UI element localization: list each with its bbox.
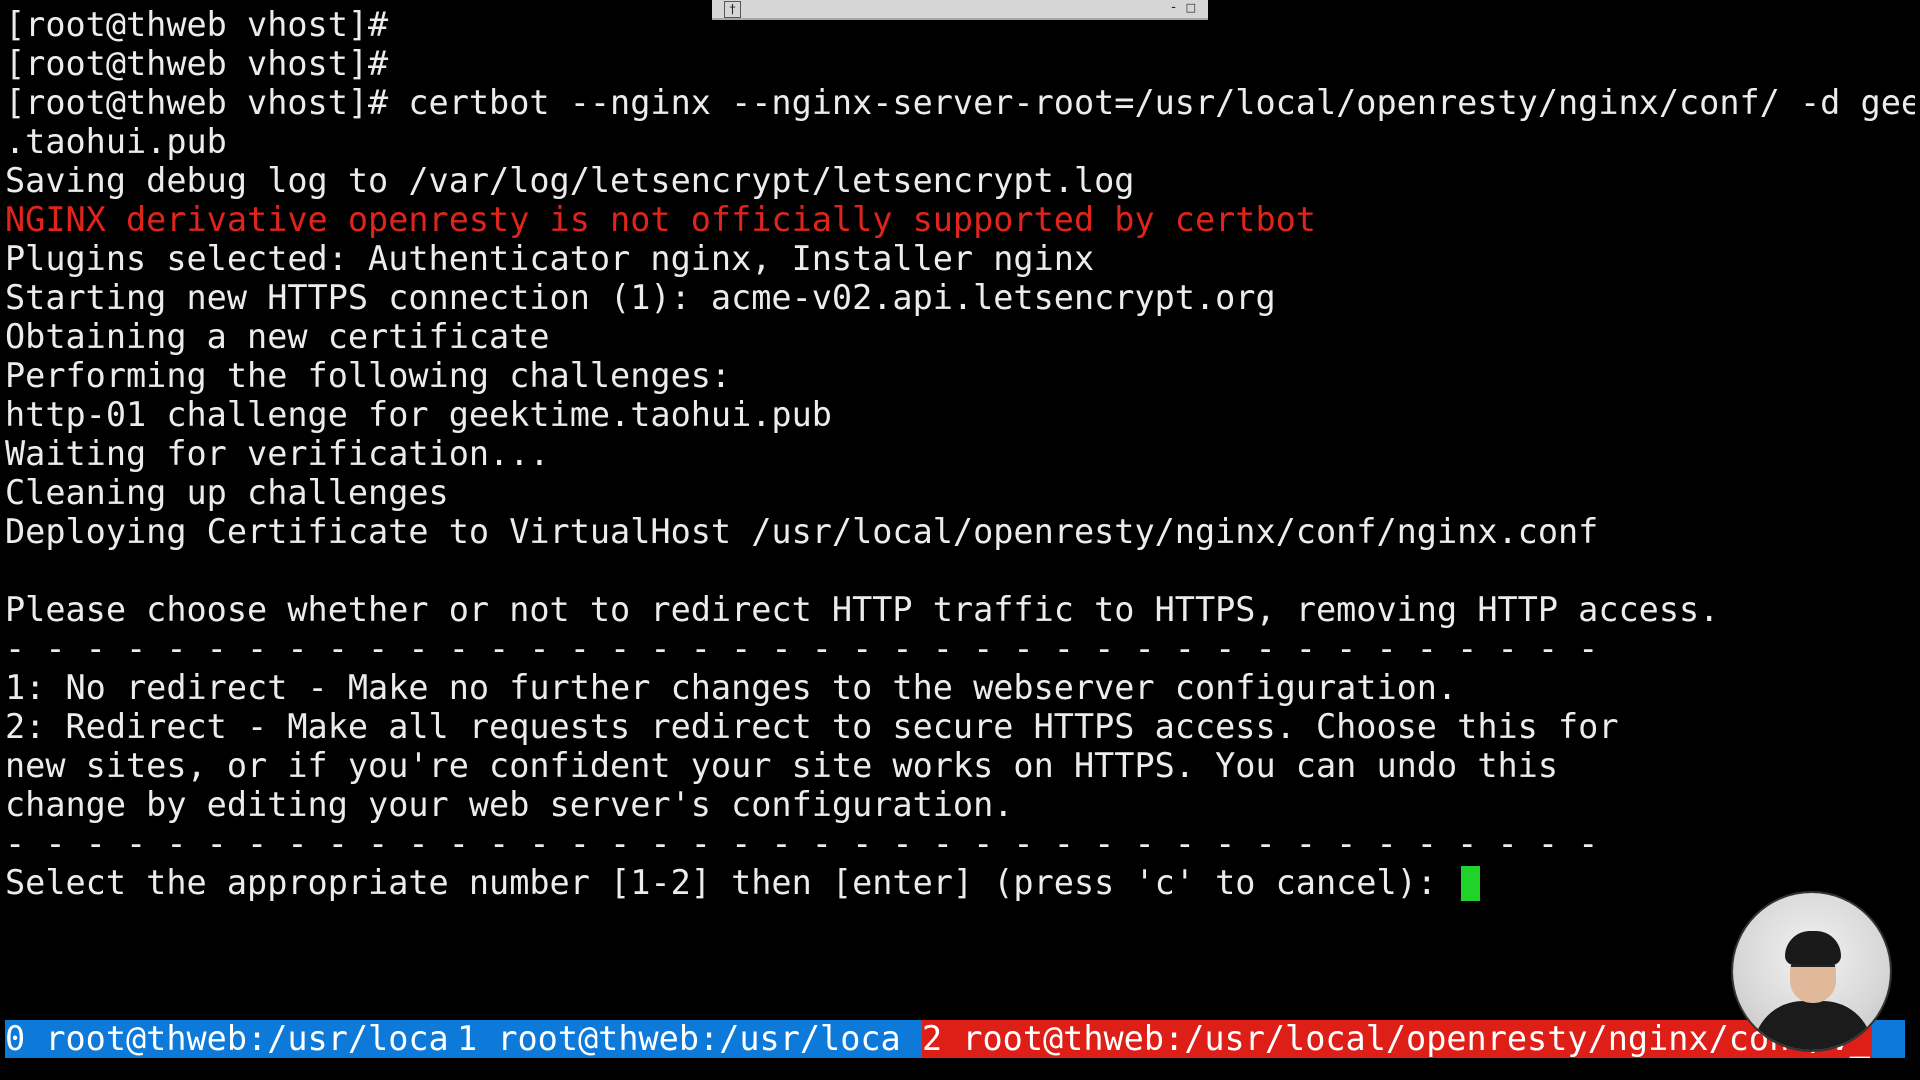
terminal-line: Cleaning up challenges bbox=[5, 473, 449, 512]
terminal-warning-line: NGINX derivative openresty is not offici… bbox=[5, 200, 1316, 239]
terminal-option-1: 1: No redirect - Make no further changes… bbox=[5, 668, 1458, 707]
terminal-line: [root@thweb vhost]# bbox=[5, 44, 389, 83]
terminal-line: Plugins selected: Authenticator nginx, I… bbox=[5, 239, 1095, 278]
terminal-command-line: [root@thweb vhost]# certbot --nginx --ng… bbox=[5, 83, 1915, 122]
terminal-prompt-line[interactable]: Select the appropriate number [1-2] then… bbox=[5, 863, 1915, 902]
tmux-window-0[interactable]: 0 root@thweb:/usr/loca bbox=[5, 1020, 457, 1058]
tmux-window-1[interactable]: 1 root@thweb:/usr/loca bbox=[457, 1020, 922, 1058]
avatar-hair bbox=[1785, 931, 1841, 965]
tmux-statusbar: 0 root@thweb:/usr/loca 1 root@thweb:/usr… bbox=[5, 1020, 1905, 1058]
terminal-line: [root@thweb vhost]# bbox=[5, 5, 389, 44]
presenter-webcam-avatar bbox=[1733, 893, 1890, 1050]
terminal-line: Saving debug log to /var/log/letsencrypt… bbox=[5, 161, 1135, 200]
terminal-line: Starting new HTTPS connection (1): acme-… bbox=[5, 278, 1276, 317]
terminal-line: .taohui.pub bbox=[5, 122, 227, 161]
terminal-output[interactable]: [root@thweb vhost]# [root@thweb vhost]# … bbox=[5, 5, 1915, 902]
terminal-prompt-text: Select the appropriate number [1-2] then… bbox=[5, 863, 1458, 902]
terminal-cursor bbox=[1461, 866, 1481, 901]
terminal-line: Obtaining a new certificate bbox=[5, 317, 550, 356]
terminal-separator: - - - - - - - - - - - - - - - - - - - - … bbox=[5, 629, 1599, 668]
terminal-line: change by editing your web server's conf… bbox=[5, 785, 1014, 824]
terminal-line: Please choose whether or not to redirect… bbox=[5, 590, 1720, 629]
avatar-body bbox=[1753, 1001, 1873, 1050]
terminal-line: http-01 challenge for geektime.taohui.pu… bbox=[5, 395, 832, 434]
terminal-line: Waiting for verification... bbox=[5, 434, 550, 473]
tmux-window-2-active[interactable]: 2 root@thweb:/usr/local/openresty/nginx/… bbox=[922, 1020, 1872, 1058]
terminal-line: Performing the following challenges: bbox=[5, 356, 732, 395]
avatar-glasses bbox=[1791, 965, 1835, 979]
terminal-separator: - - - - - - - - - - - - - - - - - - - - … bbox=[5, 824, 1599, 863]
terminal-line: Deploying Certificate to VirtualHost /us… bbox=[5, 512, 1599, 551]
terminal-line: new sites, or if you're confident your s… bbox=[5, 746, 1558, 785]
terminal-option-2: 2: Redirect - Make all requests redirect… bbox=[5, 707, 1619, 746]
